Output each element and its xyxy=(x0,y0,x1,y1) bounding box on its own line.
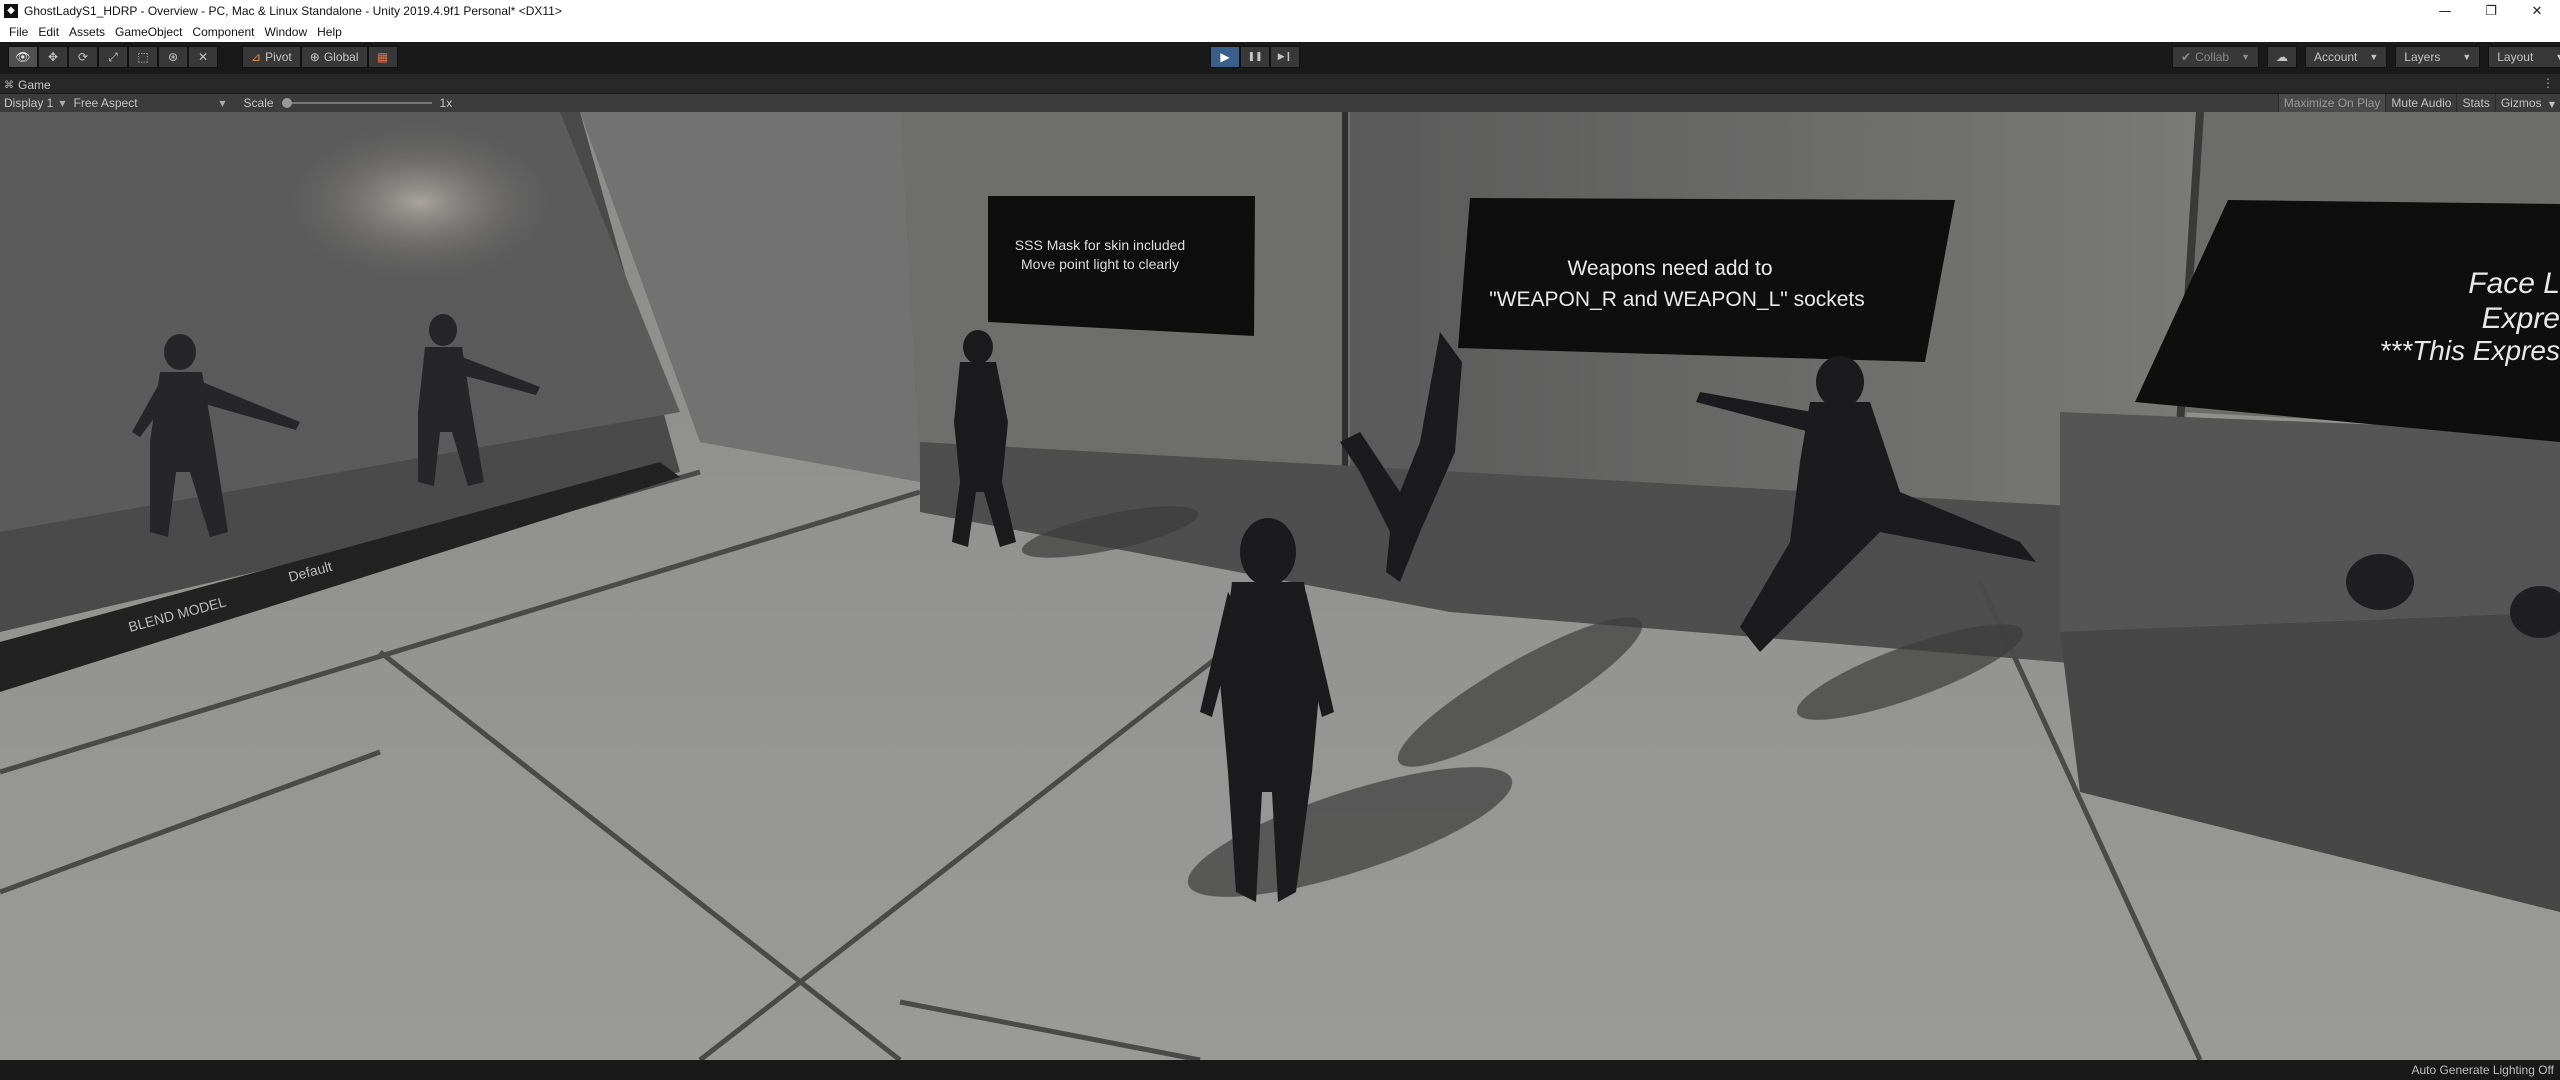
close-button[interactable]: ✕ xyxy=(2514,0,2560,22)
global-toggle[interactable]: ⊕ Global xyxy=(300,46,368,68)
rotate-tool-icon[interactable]: ⟳ xyxy=(68,46,98,68)
status-lighting: Auto Generate Lighting Off xyxy=(2411,1063,2554,1077)
status-bar: Auto Generate Lighting Off xyxy=(0,1060,2560,1080)
menu-bar: File Edit Assets GameObject Component Wi… xyxy=(0,22,2560,42)
playmode-controls: ▶ ❚❚ ▶❙ xyxy=(1210,46,1300,68)
tab-game-label: Game xyxy=(18,78,51,92)
rect-tool-icon[interactable]: ⬚ xyxy=(128,46,158,68)
chevron-down-icon: ▼ xyxy=(2241,52,2251,62)
sign-weapons-line2: "WEAPON_R and WEAPON_L" sockets xyxy=(1489,288,1865,311)
collab-label: Collab xyxy=(2195,50,2230,64)
stats-toggle[interactable]: Stats xyxy=(2456,94,2494,112)
globe-icon: ⊕ xyxy=(309,50,320,64)
window-titlebar: ◆ GhostLadyS1_HDRP - Overview - PC, Mac … xyxy=(0,0,2560,22)
gizmos-dropdown[interactable]: Gizmos ▼ xyxy=(2494,94,2560,112)
custom-tool-icon[interactable]: ✕ xyxy=(188,46,218,68)
game-view-toggles: Maximize On Play Mute Audio Stats Gizmos… xyxy=(2277,94,2560,112)
menu-edit[interactable]: Edit xyxy=(33,22,64,42)
minimize-button[interactable]: — xyxy=(2422,0,2468,22)
scale-label: Scale xyxy=(243,96,274,110)
game-viewport[interactable]: BLEND MODEL Default SSS Mask for skin in… xyxy=(0,112,2560,1060)
scale-value: 1x xyxy=(439,96,453,110)
account-dropdown[interactable]: Account ▼ xyxy=(2305,46,2388,68)
scale-tool-icon[interactable]: ⤢ xyxy=(98,46,128,68)
sign-weapons-line1: Weapons need add to xyxy=(1567,257,1772,280)
sign-sss-line1: SSS Mask for skin included xyxy=(1015,237,1185,253)
right-toolbar: ✔ Collab ▼ ☁ Account ▼ Layers ▼ Layout ▼ xyxy=(2172,46,2560,68)
maximize-button[interactable]: ❐ xyxy=(2468,0,2514,22)
menu-component[interactable]: Component xyxy=(187,22,259,42)
sign-weapons-board xyxy=(1458,198,1955,362)
sign-sss-line2: Move point light to clearly xyxy=(1021,256,1179,272)
display-dropdown[interactable]: Display 1 ▼ xyxy=(0,94,70,112)
gizmos-label: Gizmos xyxy=(2500,96,2542,110)
scale-control: Scale 1x xyxy=(244,96,453,110)
pivot-controls: ⊿ Pivot ⊕ Global ▦ xyxy=(242,46,398,68)
pivot-label: Pivot xyxy=(265,50,292,64)
sign-face-line1: Face L xyxy=(2468,267,2560,300)
light-reflection xyxy=(280,122,560,282)
step-button[interactable]: ▶❙ xyxy=(1270,46,1300,68)
cloud-icon[interactable]: ☁ xyxy=(2267,46,2298,68)
game-tab-bar: ⌘ Game ⋮ xyxy=(0,74,2560,94)
global-label: Global xyxy=(323,50,359,64)
tab-game[interactable]: ⌘ Game xyxy=(4,76,51,94)
display-ledge xyxy=(2060,412,2560,632)
move-tool-icon[interactable]: ✥ xyxy=(38,46,68,68)
main-toolbar: 👁 ✥ ⟳ ⤢ ⬚ ⊛ ✕ ⊿ Pivot ⊕ Global ▦ ▶ ❚❚ ▶❙ ✔… xyxy=(0,42,2560,74)
scale-slider[interactable] xyxy=(281,98,432,108)
account-label: Account xyxy=(2314,50,2358,64)
unity-logo-icon: ◆ xyxy=(4,4,18,18)
aspect-dropdown[interactable]: Free Aspect ▼ xyxy=(70,94,230,112)
collab-dropdown[interactable]: ✔ Collab ▼ xyxy=(2172,46,2260,68)
chevron-down-icon: ▼ xyxy=(2462,52,2472,62)
layers-dropdown[interactable]: Layers ▼ xyxy=(2395,46,2481,68)
display-label: Display 1 xyxy=(4,96,54,110)
menu-help[interactable]: Help xyxy=(312,22,347,42)
pivot-icon: ⊿ xyxy=(251,50,262,64)
chevron-down-icon: ▼ xyxy=(2548,100,2555,109)
sign-face-line2: Expre xyxy=(2482,302,2560,335)
chevron-down-icon: ▼ xyxy=(2555,52,2560,62)
transform-tool-icon[interactable]: ⊛ xyxy=(158,46,188,68)
menu-file[interactable]: File xyxy=(4,22,33,42)
hand-tool-icon[interactable]: 👁 xyxy=(8,46,38,68)
game-controller-icon: ⌘ xyxy=(4,79,14,91)
game-scene-render: BLEND MODEL Default SSS Mask for skin in… xyxy=(0,112,2560,1060)
menu-window[interactable]: Window xyxy=(259,22,312,42)
maximize-on-play-toggle[interactable]: Maximize On Play xyxy=(2277,94,2386,112)
chevron-down-icon: ▼ xyxy=(219,98,226,108)
play-button[interactable]: ▶ xyxy=(1210,46,1240,68)
aspect-label: Free Aspect xyxy=(73,96,138,110)
transform-tools: 👁 ✥ ⟳ ⤢ ⬚ ⊛ ✕ xyxy=(8,46,218,68)
menu-assets[interactable]: Assets xyxy=(64,22,110,42)
sign-face-line3: ***This Expres xyxy=(2379,335,2560,366)
pause-button[interactable]: ❚❚ xyxy=(1240,46,1270,68)
check-icon: ✔ xyxy=(2181,50,2192,64)
chevron-down-icon: ▼ xyxy=(2369,52,2379,62)
pivot-toggle[interactable]: ⊿ Pivot xyxy=(242,46,301,68)
window-title: GhostLadyS1_HDRP - Overview - PC, Mac & … xyxy=(24,4,562,18)
game-view-controls: Display 1 ▼ Free Aspect ▼ Scale 1x Maxim… xyxy=(0,94,2560,112)
menu-gameobject[interactable]: GameObject xyxy=(110,22,187,42)
layout-label: Layout xyxy=(2497,50,2534,64)
tab-options-icon[interactable]: ⋮ xyxy=(2542,76,2554,90)
layout-dropdown[interactable]: Layout ▼ xyxy=(2488,46,2560,68)
scale-slider-knob[interactable] xyxy=(281,98,292,108)
grid-snap-icon[interactable]: ▦ xyxy=(367,46,398,68)
window-controls: — ❐ ✕ xyxy=(2422,0,2560,22)
mute-audio-toggle[interactable]: Mute Audio xyxy=(2385,94,2456,112)
chevron-down-icon: ▼ xyxy=(59,98,66,108)
layers-label: Layers xyxy=(2404,50,2441,64)
